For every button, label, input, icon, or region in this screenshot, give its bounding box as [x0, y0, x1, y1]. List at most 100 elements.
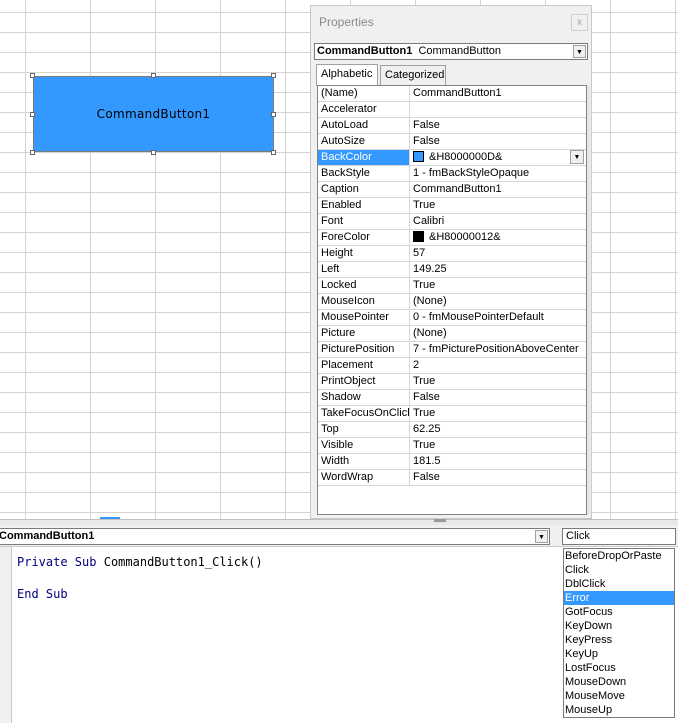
- property-name: (Name): [318, 86, 410, 101]
- property-value[interactable]: &H8000000D&: [410, 150, 586, 165]
- property-row[interactable]: PrintObject True: [318, 374, 586, 390]
- property-name: Font: [318, 214, 410, 229]
- property-value-text: (None): [413, 295, 447, 307]
- resize-handle-r[interactable]: [271, 112, 276, 117]
- object-type: CommandButton: [418, 45, 501, 57]
- property-row[interactable]: Top 62.25: [318, 422, 586, 438]
- procedure-list-item[interactable]: MouseUp: [564, 703, 674, 717]
- property-value[interactable]: CommandButton1: [410, 182, 586, 197]
- resize-handle-b[interactable]: [151, 150, 156, 155]
- property-row[interactable]: Height 57: [318, 246, 586, 262]
- property-row[interactable]: Placement 2: [318, 358, 586, 374]
- property-name: Top: [318, 422, 410, 437]
- property-value-text: 1 - fmBackStyleOpaque: [413, 167, 530, 179]
- procedure-combo[interactable]: Click: [562, 528, 676, 545]
- procedure-list-item[interactable]: MouseDown: [564, 675, 674, 689]
- procedure-list-item[interactable]: LostFocus: [564, 661, 674, 675]
- procedure-list-item[interactable]: MouseMove: [564, 689, 674, 703]
- property-value[interactable]: False: [410, 470, 586, 485]
- procedure-list-item[interactable]: GotFocus: [564, 605, 674, 619]
- property-row[interactable]: Enabled True: [318, 198, 586, 214]
- property-value[interactable]: (None): [410, 294, 586, 309]
- property-row[interactable]: Accelerator: [318, 102, 586, 118]
- property-row[interactable]: Locked True: [318, 278, 586, 294]
- tab-alphabetic[interactable]: Alphabetic: [316, 64, 378, 86]
- code-line[interactable]: End Sub: [17, 587, 68, 601]
- property-grid-scrollbar[interactable]: [587, 86, 590, 514]
- property-value[interactable]: 0 - fmMousePointerDefault: [410, 310, 586, 325]
- property-row[interactable]: (Name) CommandButton1: [318, 86, 586, 102]
- property-value[interactable]: (None): [410, 326, 586, 341]
- property-row[interactable]: Width 181.5: [318, 454, 586, 470]
- procedure-list-item[interactable]: Click: [564, 563, 674, 577]
- resize-handle-tl[interactable]: [30, 73, 35, 78]
- procedure-list-item[interactable]: BeforeDropOrPaste: [564, 549, 674, 563]
- procedure-list-item[interactable]: KeyDown: [564, 619, 674, 633]
- property-row[interactable]: BackStyle 1 - fmBackStyleOpaque: [318, 166, 586, 182]
- resize-handle-br[interactable]: [271, 150, 276, 155]
- property-name: Left: [318, 262, 410, 277]
- resize-handle-t[interactable]: [151, 73, 156, 78]
- chevron-down-icon[interactable]: ▼: [535, 530, 548, 543]
- property-value[interactable]: Calibri: [410, 214, 586, 229]
- property-row[interactable]: Left 149.25: [318, 262, 586, 278]
- property-value[interactable]: CommandButton1: [410, 86, 586, 101]
- procedure-list-item[interactable]: KeyUp: [564, 647, 674, 661]
- property-name: TakeFocusOnClick: [318, 406, 410, 421]
- property-value-text: 62.25: [413, 423, 441, 435]
- property-value[interactable]: True: [410, 374, 586, 389]
- property-row[interactable]: Caption CommandButton1: [318, 182, 586, 198]
- property-value[interactable]: &H80000012&: [410, 230, 586, 245]
- close-icon[interactable]: x: [571, 14, 588, 31]
- code-line[interactable]: Private Sub CommandButton1_Click(): [17, 555, 263, 569]
- property-value[interactable]: 149.25: [410, 262, 586, 277]
- property-value-text: 2: [413, 359, 420, 371]
- property-value[interactable]: True: [410, 406, 586, 421]
- property-row[interactable]: Font Calibri: [318, 214, 586, 230]
- object-combo[interactable]: CommandButton1 ▼: [0, 528, 550, 545]
- property-value[interactable]: 62.25: [410, 422, 586, 437]
- property-row[interactable]: AutoSize False: [318, 134, 586, 150]
- property-value[interactable]: 7 - fmPicturePositionAboveCenter: [410, 342, 586, 357]
- splitter-grip-icon[interactable]: [434, 519, 446, 522]
- property-value[interactable]: 1 - fmBackStyleOpaque: [410, 166, 586, 181]
- resize-handle-tr[interactable]: [271, 73, 276, 78]
- property-row[interactable]: MouseIcon (None): [318, 294, 586, 310]
- resize-handle-bl[interactable]: [30, 150, 35, 155]
- property-value[interactable]: False: [410, 118, 586, 133]
- resize-handle-l[interactable]: [30, 112, 35, 117]
- property-row[interactable]: PicturePosition 7 - fmPicturePositionAbov…: [318, 342, 586, 358]
- property-row[interactable]: ForeColor &H80000012&: [318, 230, 586, 246]
- property-value[interactable]: 2: [410, 358, 586, 373]
- property-value[interactable]: 57: [410, 246, 586, 261]
- chevron-down-icon[interactable]: ▼: [573, 45, 586, 58]
- property-row[interactable]: Visible True: [318, 438, 586, 454]
- procedure-list-item[interactable]: KeyPress: [564, 633, 674, 647]
- property-row[interactable]: TakeFocusOnClick True: [318, 406, 586, 422]
- chevron-down-icon[interactable]: ▼: [570, 150, 584, 164]
- code-editor[interactable]: Private Sub CommandButton1_Click() End S…: [12, 547, 562, 723]
- tab-categorized[interactable]: Categorized: [380, 65, 446, 85]
- property-row[interactable]: MousePointer 0 - fmMousePointerDefault: [318, 310, 586, 326]
- property-row[interactable]: Picture (None): [318, 326, 586, 342]
- property-value[interactable]: [410, 102, 586, 117]
- property-value[interactable]: True: [410, 198, 586, 213]
- property-value-text: CommandButton1: [413, 87, 502, 99]
- procedure-list-item[interactable]: Error: [564, 591, 674, 605]
- property-row[interactable]: WordWrap False: [318, 470, 586, 486]
- property-value[interactable]: False: [410, 390, 586, 405]
- procedure-list-item[interactable]: DblClick: [564, 577, 674, 591]
- command-button-on-sheet[interactable]: CommandButton1: [33, 76, 274, 152]
- object-selector[interactable]: CommandButton1 CommandButton ▼: [314, 43, 588, 60]
- property-name: Placement: [318, 358, 410, 373]
- property-value[interactable]: 181.5: [410, 454, 586, 469]
- property-value-text: &H8000000D&: [429, 151, 503, 163]
- object-combo-value: CommandButton1: [0, 530, 95, 542]
- property-value[interactable]: True: [410, 438, 586, 453]
- property-name: AutoLoad: [318, 118, 410, 133]
- property-value[interactable]: False: [410, 134, 586, 149]
- property-row[interactable]: Shadow False: [318, 390, 586, 406]
- property-row[interactable]: AutoLoad False: [318, 118, 586, 134]
- property-row[interactable]: BackColor &H8000000D& ▼: [318, 150, 586, 166]
- property-value[interactable]: True: [410, 278, 586, 293]
